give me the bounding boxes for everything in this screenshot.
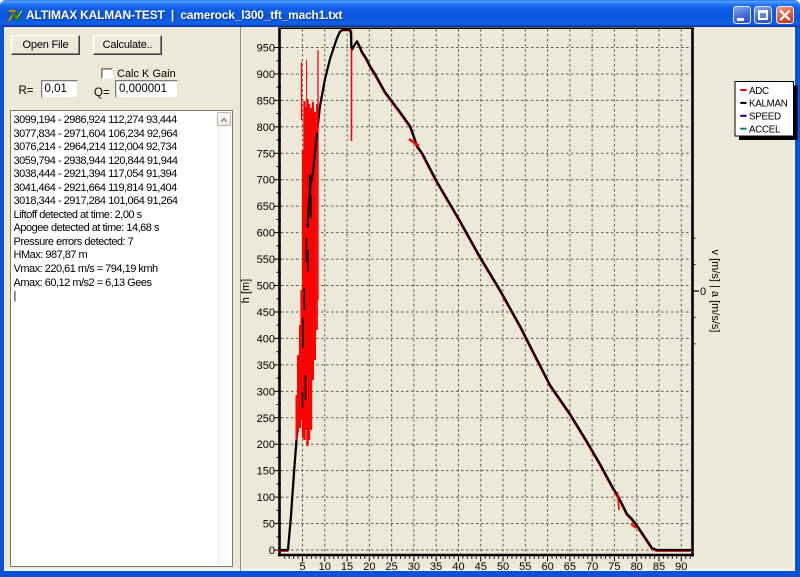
svg-text:450: 450	[257, 307, 275, 319]
svg-text:0: 0	[269, 545, 275, 557]
svg-text:15: 15	[341, 561, 353, 573]
svg-text:500: 500	[257, 281, 275, 293]
svg-text:SPEED: SPEED	[749, 112, 781, 123]
svg-text:5: 5	[299, 561, 305, 573]
svg-text:75: 75	[608, 561, 620, 573]
svg-text:90: 90	[675, 561, 687, 573]
svg-text:900: 900	[257, 69, 275, 81]
svg-text:ACCEL: ACCEL	[749, 125, 781, 136]
svg-text:80: 80	[631, 561, 643, 573]
svg-text:400: 400	[257, 333, 275, 345]
svg-text:65: 65	[564, 561, 576, 573]
svg-text:50: 50	[263, 519, 275, 531]
svg-text:30: 30	[408, 561, 420, 573]
svg-text:25: 25	[385, 561, 397, 573]
svg-text:h [m]: h [m]	[240, 279, 252, 303]
svg-text:100: 100	[257, 492, 275, 504]
svg-text:700: 700	[257, 175, 275, 187]
svg-text:ADC: ADC	[749, 86, 769, 97]
svg-text:550: 550	[257, 254, 275, 266]
svg-text:55: 55	[519, 561, 531, 573]
svg-text:85: 85	[653, 561, 665, 573]
svg-text:40: 40	[452, 561, 464, 573]
svg-text:50: 50	[497, 561, 509, 573]
svg-text:350: 350	[257, 360, 275, 372]
svg-text:45: 45	[475, 561, 487, 573]
svg-text:60: 60	[541, 561, 553, 573]
svg-text:250: 250	[257, 413, 275, 425]
svg-text:35: 35	[430, 561, 442, 573]
svg-text:800: 800	[257, 122, 275, 134]
svg-text:0: 0	[700, 286, 706, 298]
svg-text:v [m/s] | a [m/s/s]: v [m/s] | a [m/s/s]	[709, 250, 721, 333]
svg-text:650: 650	[257, 201, 275, 213]
svg-text:10: 10	[319, 561, 331, 573]
svg-text:750: 750	[257, 148, 275, 160]
svg-text:850: 850	[257, 95, 275, 107]
svg-text:600: 600	[257, 228, 275, 240]
svg-text:950: 950	[257, 42, 275, 54]
svg-text:20: 20	[363, 561, 375, 573]
svg-text:70: 70	[586, 561, 598, 573]
svg-text:200: 200	[257, 439, 275, 451]
svg-text:KALMAN: KALMAN	[749, 99, 788, 110]
svg-text:300: 300	[257, 386, 275, 398]
svg-text:150: 150	[257, 466, 275, 478]
